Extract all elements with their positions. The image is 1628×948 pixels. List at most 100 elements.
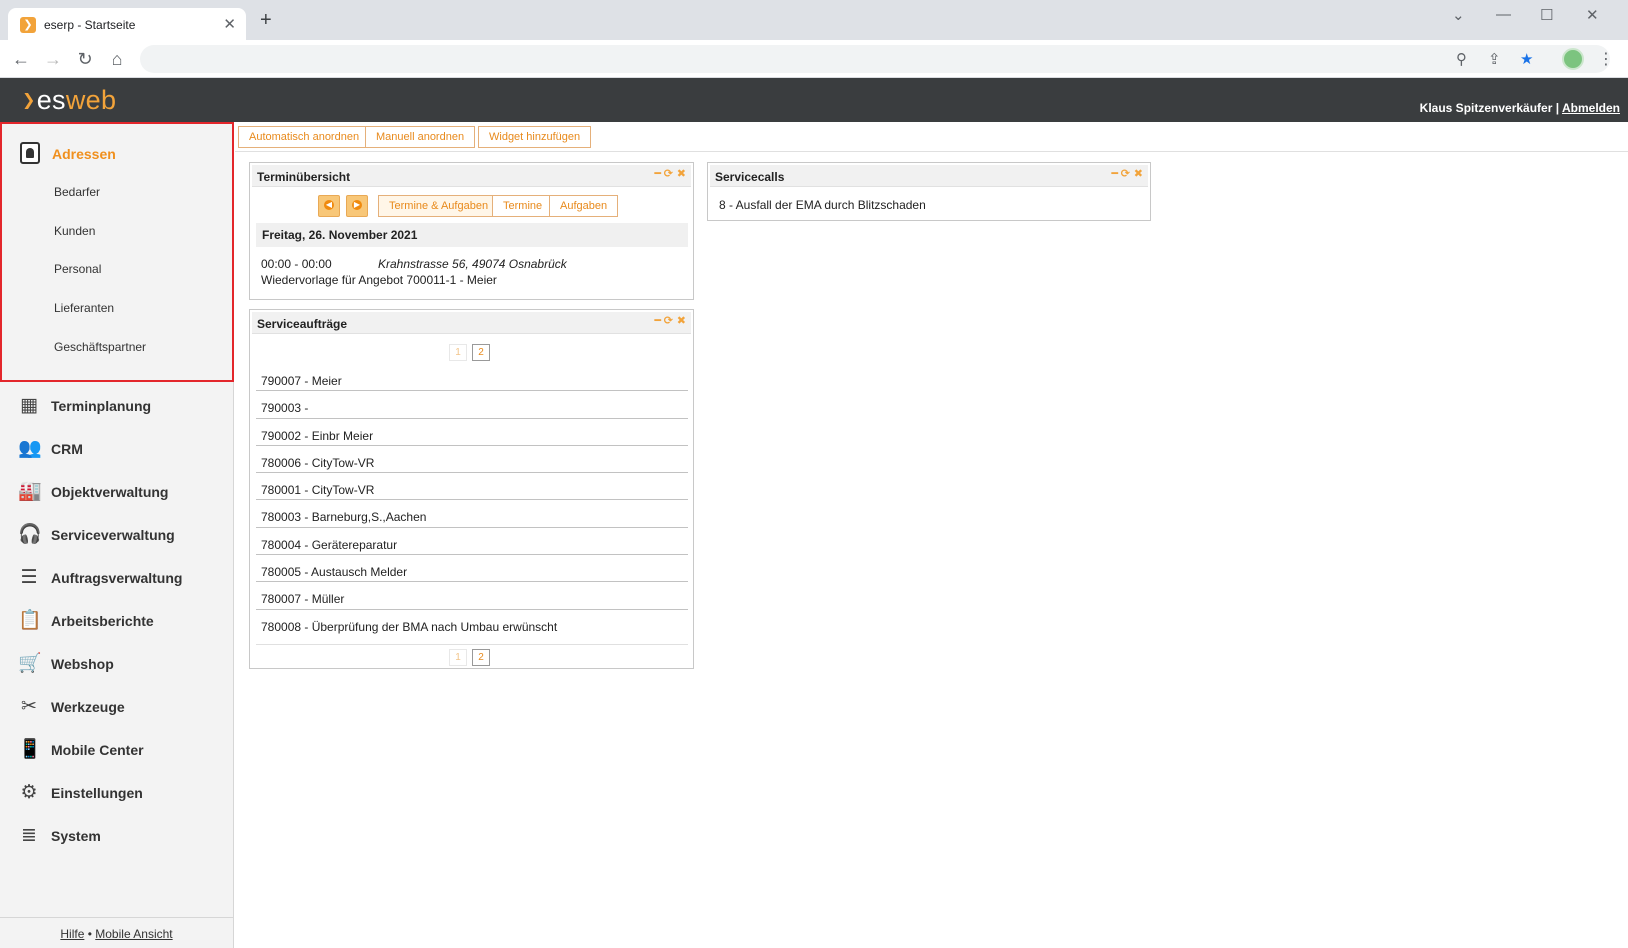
sidebar-item-system[interactable]: ≣ System: [18, 823, 228, 851]
auto-arrange-button[interactable]: Automatisch anordnen: [238, 126, 371, 148]
sidebar-item-objektverwaltung[interactable]: 🏭 Objektverwaltung: [18, 479, 228, 507]
prev-day-button[interactable]: ◀: [318, 195, 340, 217]
tab-termine[interactable]: Termine: [492, 195, 554, 217]
sidebar-item-adressen[interactable]: Adressen: [52, 146, 116, 162]
sidebar-item-webshop[interactable]: 🛒 Webshop: [18, 651, 228, 679]
tab-termine-aufgaben[interactable]: Termine & Aufgaben: [378, 195, 500, 217]
sidebar-subitem-kunden[interactable]: Kunden: [54, 224, 95, 238]
serviceauftraege-widget: Serviceaufträge ━ ⟳ ✖ 1 2 790007 - Meier…: [249, 309, 694, 669]
bookmark-star-icon[interactable]: ★: [1520, 50, 1533, 68]
sidebar-subitem-lieferanten[interactable]: Lieferanten: [54, 301, 114, 315]
add-widget-button[interactable]: Widget hinzufügen: [478, 126, 592, 148]
zoom-icon[interactable]: ⚲: [1456, 50, 1467, 68]
appointment-description[interactable]: Wiedervorlage für Angebot 700011-1 - Mei…: [261, 273, 497, 287]
sidebar-subitem-geschaeftspartner[interactable]: Geschäftspartner: [54, 340, 146, 354]
profile-avatar[interactable]: [1562, 48, 1584, 70]
sidebar-item-label: CRM: [51, 441, 83, 457]
minimize-widget-icon[interactable]: ━: [654, 167, 661, 180]
browser-menu-icon[interactable]: ⋮: [1598, 49, 1614, 69]
list-item[interactable]: 780008 - Überprüfung der BMA nach Umbau …: [256, 610, 688, 637]
minimize-icon[interactable]: —: [1496, 6, 1511, 23]
minimize-widget-icon[interactable]: ━: [1111, 167, 1118, 180]
window-close-icon[interactable]: ✕: [1586, 6, 1599, 24]
next-day-button[interactable]: ▶: [346, 195, 368, 217]
sidebar-subitem-bedarfer[interactable]: Bedarfer: [54, 185, 100, 199]
user-separator: |: [1555, 101, 1560, 115]
cart-icon: 🛒: [18, 653, 42, 674]
list-item[interactable]: 780006 - CityTow-VR: [256, 446, 688, 474]
tab-search-icon[interactable]: ⌄: [1452, 6, 1465, 24]
page-1-button[interactable]: 1: [449, 344, 467, 361]
calendar-icon: ▦: [20, 395, 38, 416]
maximize-icon[interactable]: ☐: [1540, 6, 1553, 24]
tab-aufgaben[interactable]: Aufgaben: [549, 195, 619, 217]
sidebar-item-label: Werkzeuge: [51, 699, 125, 715]
close-widget-icon[interactable]: ✖: [677, 167, 686, 180]
sidebar-footer: Hilfe • Mobile Ansicht: [0, 917, 233, 948]
refresh-widget-icon[interactable]: ⟳: [664, 167, 673, 180]
appointment-location[interactable]: Krahnstrasse 56, 49074 Osnabrück: [378, 257, 567, 271]
list-icon: ☰: [20, 567, 38, 588]
serviceauftraege-widget-title: Serviceaufträge: [257, 317, 348, 331]
minimize-widget-icon[interactable]: ━: [654, 314, 661, 327]
browser-tab[interactable]: ❯ eserp - Startseite ✕: [8, 8, 246, 42]
servicecall-item[interactable]: 8 - Ausfall der EMA durch Blitzschaden: [719, 198, 926, 212]
sidebar-item-terminplanung[interactable]: ▦ Terminplanung: [18, 393, 228, 421]
termin-widget-title: Terminübersicht: [257, 170, 351, 184]
close-icon[interactable]: ✕: [223, 15, 236, 33]
termin-widget-header: Terminübersicht ━ ⟳ ✖: [252, 165, 691, 187]
list-item[interactable]: 780007 - Müller: [256, 582, 688, 610]
logout-link[interactable]: Abmelden: [1562, 101, 1620, 115]
appointment-time[interactable]: 00:00 - 00:00: [261, 257, 332, 271]
list-item[interactable]: 790002 - Einbr Meier: [256, 419, 688, 446]
page-1-button[interactable]: 1: [449, 649, 467, 666]
list-item[interactable]: 780004 - Gerätereparatur: [256, 528, 688, 556]
share-icon[interactable]: ⇪: [1488, 50, 1501, 68]
main-content: Automatisch anordnen Manuell anordnen Wi…: [235, 122, 1628, 948]
sidebar-item-crm[interactable]: 👥 CRM: [18, 436, 228, 464]
servicecalls-widget-title: Servicecalls: [715, 170, 785, 184]
sidebar-item-label: Mobile Center: [51, 742, 144, 758]
sidebar-item-werkzeuge[interactable]: ✂ Werkzeuge: [18, 694, 228, 722]
sidebar-item-mobile-center[interactable]: 📱 Mobile Center: [18, 737, 228, 765]
serviceauftraege-widget-header: Serviceaufträge ━ ⟳ ✖: [252, 312, 691, 334]
close-widget-icon[interactable]: ✖: [1134, 167, 1143, 180]
refresh-widget-icon[interactable]: ⟳: [664, 314, 673, 327]
reload-icon[interactable]: ↻: [74, 48, 96, 70]
factory-icon: 🏭: [18, 481, 42, 502]
manual-arrange-button[interactable]: Manuell anordnen: [365, 126, 476, 148]
close-widget-icon[interactable]: ✖: [677, 314, 686, 327]
esweb-logo[interactable]: ❯esweb: [22, 85, 116, 116]
forward-icon[interactable]: →: [42, 48, 64, 70]
new-tab-button[interactable]: +: [260, 10, 272, 30]
gears-icon: ⚙: [20, 782, 38, 803]
list-item[interactable]: 780003 - Barneburg,S.,Aachen: [256, 500, 688, 528]
list-item[interactable]: 790007 - Meier: [256, 364, 688, 392]
list-item[interactable]: 780001 - CityTow-VR: [256, 473, 688, 501]
sidebar-item-einstellungen[interactable]: ⚙ Einstellungen: [18, 780, 228, 808]
back-icon[interactable]: ←: [10, 48, 32, 70]
list-item[interactable]: 790003 -: [256, 391, 688, 419]
address-bar[interactable]: ⚲ ⇪ ★: [140, 45, 1610, 73]
mobile-icon: 📱: [18, 739, 42, 760]
user-area: Klaus Spitzenverkäufer | Abmelden: [1420, 101, 1620, 115]
page-2-button[interactable]: 2: [472, 344, 490, 361]
refresh-widget-icon[interactable]: ⟳: [1121, 167, 1130, 180]
sidebar-item-label: Serviceverwaltung: [51, 527, 175, 543]
logo-es: es: [36, 85, 66, 115]
footer-dot: •: [87, 927, 92, 941]
logo-arrow-icon: ❯: [22, 92, 36, 109]
sidebar-item-auftragsverwaltung[interactable]: ☰ Auftragsverwaltung: [18, 565, 228, 593]
mobile-view-link[interactable]: Mobile Ansicht: [95, 927, 172, 941]
home-icon[interactable]: ⌂: [106, 48, 128, 70]
clipboard-icon: 📋: [18, 610, 42, 631]
sidebar-item-arbeitsberichte[interactable]: 📋 Arbeitsberichte: [18, 608, 228, 636]
sidebar-item-label: Auftragsverwaltung: [51, 570, 183, 586]
help-link[interactable]: Hilfe: [60, 927, 84, 941]
sidebar-item-serviceverwaltung[interactable]: 🎧 Serviceverwaltung: [18, 522, 228, 550]
sidebar: Adressen Bedarfer Kunden Personal Liefer…: [0, 122, 234, 948]
page-2-button[interactable]: 2: [472, 649, 490, 666]
list-item[interactable]: 780005 - Austausch Melder: [256, 555, 688, 583]
users-icon: 👥: [18, 438, 42, 459]
sidebar-subitem-personal[interactable]: Personal: [54, 262, 101, 276]
